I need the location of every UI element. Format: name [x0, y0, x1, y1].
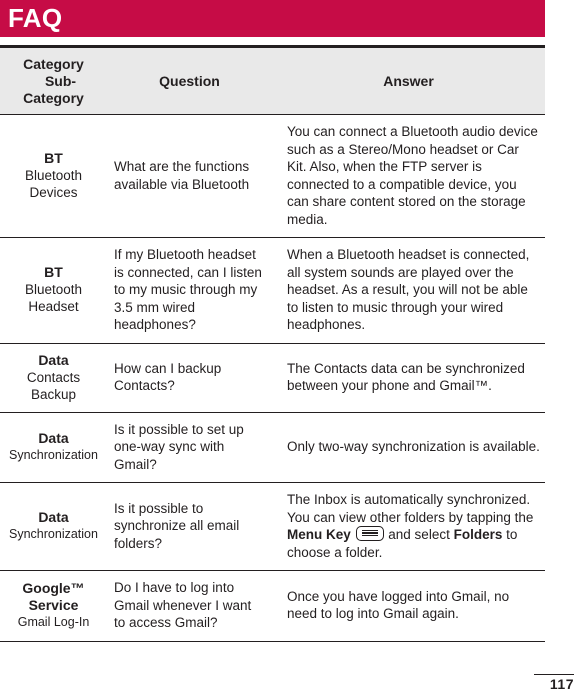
cell-category: BT Bluetooth Headset	[0, 237, 107, 344]
faq-banner: FAQ	[0, 0, 545, 37]
table-row: BT Bluetooth Headset If my Bluetooth headse…	[0, 237, 545, 344]
column-header-category: Category Sub- Category	[0, 45, 107, 115]
page-title: FAQ	[8, 3, 63, 33]
page-number: 117	[549, 676, 574, 692]
cell-question: If my Bluetooth headset is connected, ca…	[107, 237, 272, 344]
category-main: BT	[44, 150, 63, 166]
cell-answer: The Contacts data can be synchronized be…	[272, 343, 545, 413]
table-header-row: Category Sub- Category Question Answer	[0, 45, 545, 115]
table-row: Data Synchronization Is it possible to syn…	[0, 482, 545, 571]
category-sub-line1: Bluetooth	[24, 282, 83, 298]
cell-answer: You can connect a Bluetooth audio device…	[272, 114, 545, 238]
answer-text: You can connect a Bluetooth audio device…	[287, 124, 538, 227]
cell-question: Do I have to log into Gmail whenever I w…	[107, 570, 272, 642]
menu-key-icon	[355, 526, 384, 541]
column-header-answer: Answer	[272, 45, 545, 115]
table-row: BT Bluetooth Devices What are the functions…	[0, 114, 545, 238]
cell-question: Is it possible to set up one-way sync wi…	[107, 412, 272, 483]
category-main: Data	[38, 429, 69, 446]
column-header-category-line1: Category	[23, 55, 84, 72]
cell-question: What are the functions available via Blu…	[107, 114, 272, 238]
cell-category: Data Contacts Backup	[0, 343, 107, 413]
category-main-line2: Service	[28, 596, 79, 613]
cell-answer: Once you have logged into Gmail, no need…	[272, 570, 545, 642]
category-main: Google™	[22, 579, 85, 596]
answer-text: When a Bluetooth headset is connected, a…	[287, 247, 530, 332]
answer-text: and select	[384, 527, 454, 542]
category-sub-line1: Bluetooth	[24, 168, 83, 183]
column-header-category-line2: Sub-	[44, 72, 77, 89]
category-sub-line2: Devices	[29, 185, 78, 200]
cell-category: Data Synchronization	[0, 412, 107, 483]
table-row: Google™ Service Gmail Log-In Do I have to l…	[0, 570, 545, 642]
cell-question: Is it possible to synchronize all email …	[107, 482, 272, 571]
column-header-category-line3: Category	[23, 89, 84, 106]
column-header-question: Question	[107, 45, 272, 115]
answer-text: The Inbox is automatically synchronized.…	[287, 492, 534, 525]
category-sub-line1: Synchronization	[9, 527, 98, 541]
table-body: BT Bluetooth Devices What are the functions…	[0, 114, 545, 642]
answer-text: Once you have logged into Gmail, no need…	[287, 588, 510, 622]
category-main: Data	[38, 351, 69, 368]
cell-category: Google™ Service Gmail Log-In	[0, 570, 107, 642]
table-row: Data Contacts Backup How can I backup Conta…	[0, 343, 545, 413]
cell-answer: The Inbox is automatically synchronized.…	[272, 482, 545, 571]
category-sub-line2: Backup	[30, 386, 77, 402]
page-number-block: 117	[534, 673, 574, 693]
answer-emphasis: Folders	[453, 527, 503, 542]
page-number-rule	[534, 673, 574, 675]
category-sub-line1: Contacts	[26, 369, 81, 385]
faq-table: Category Sub- Category Question Answer B…	[0, 45, 545, 642]
category-main: Data	[38, 509, 69, 525]
category-sub-line2: Headset	[28, 299, 79, 315]
cell-answer: When a Bluetooth headset is connected, a…	[272, 237, 545, 344]
cell-category: Data Synchronization	[0, 482, 107, 571]
cell-answer: Only two-way synchronization is availabl…	[272, 412, 545, 483]
answer-text: Only two-way synchronization is availabl…	[287, 439, 540, 454]
category-main: BT	[44, 264, 63, 281]
cell-question: How can I backup Contacts?	[107, 343, 272, 413]
answer-text: The Contacts data can be synchronized be…	[287, 360, 525, 394]
table-row: Data Synchronization Is it possible to set…	[0, 412, 545, 483]
cell-category: BT Bluetooth Devices	[0, 114, 107, 238]
category-sub-line1: Synchronization	[9, 447, 98, 462]
answer-emphasis: Menu Key	[287, 527, 351, 542]
category-sub-line1: Gmail Log-In	[17, 614, 90, 629]
